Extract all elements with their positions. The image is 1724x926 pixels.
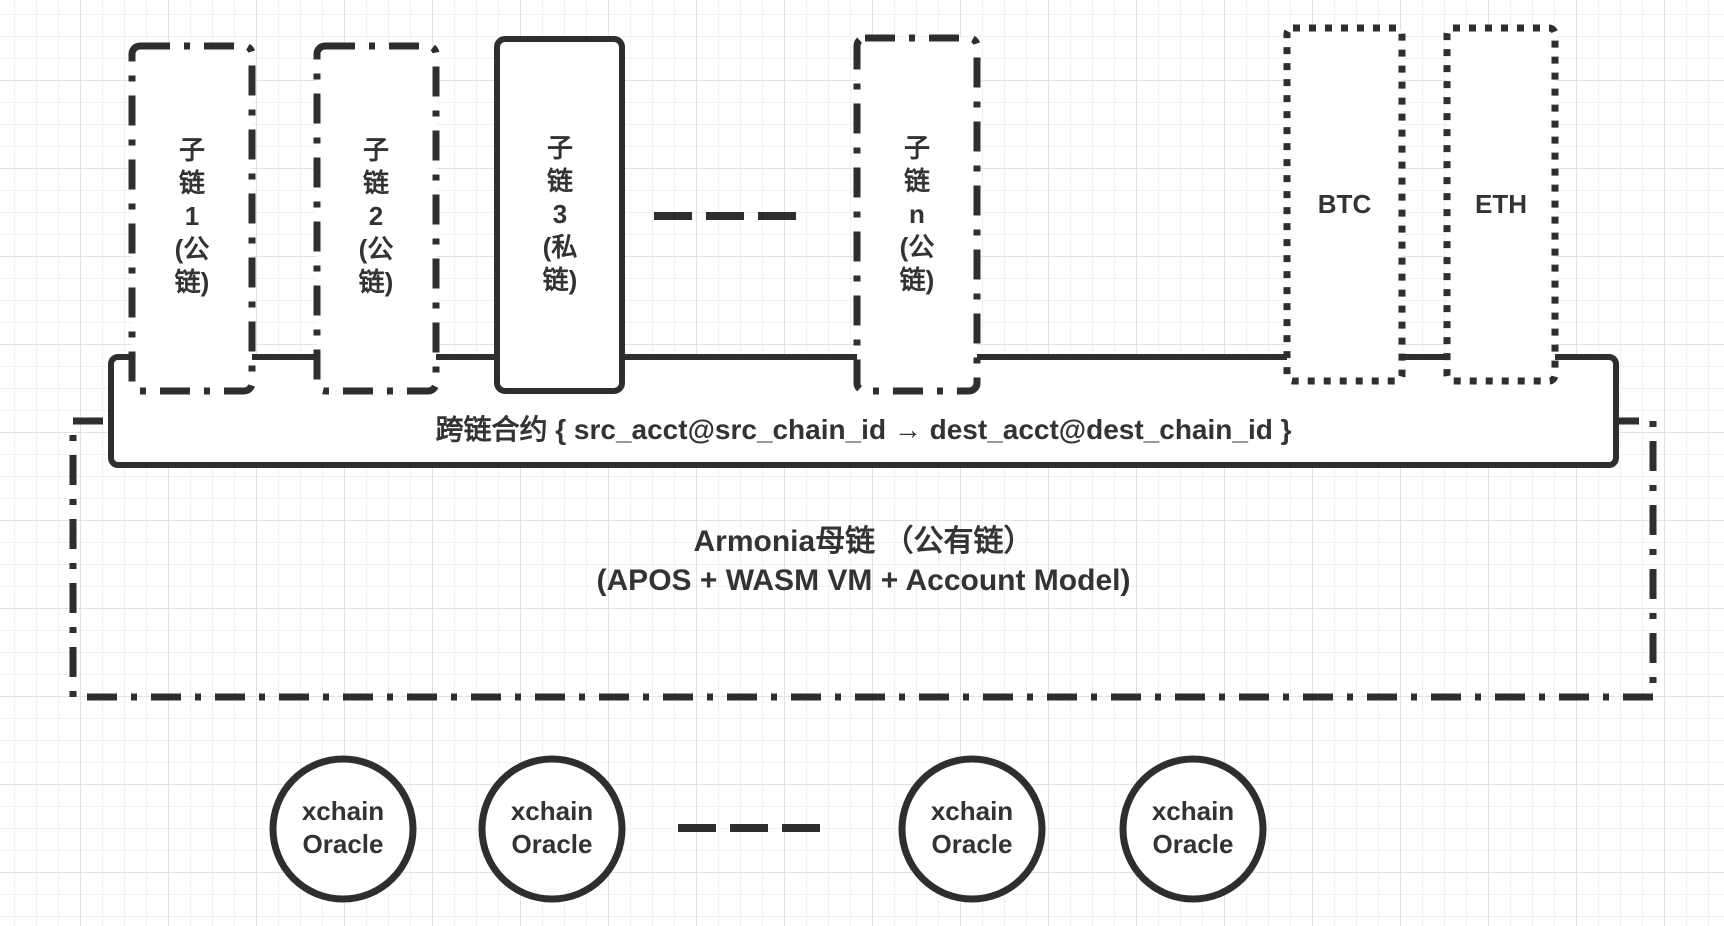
eth-chain-label: ETH xyxy=(1475,189,1527,219)
diagram-canvas: 子链1(公链) 子链2(公链) 子链3(私链) 子链n(公链) BTC ETH … xyxy=(0,0,1724,926)
main-chain-title: Armonia母链 （公有链） xyxy=(693,525,1034,558)
btc-chain-label: BTC xyxy=(1317,189,1372,219)
main-chain-subtitle: (APOS + WASM VM + Account Model) xyxy=(596,564,1131,597)
sub-chain-n-label: 子链n(公链) xyxy=(899,133,935,295)
sub-chain-1-label: 子链1(公链) xyxy=(174,135,210,297)
oracle-4-line2: Oracle xyxy=(1152,829,1234,859)
sub-chain-2-label: 子链2(公链) xyxy=(358,135,394,297)
oracle-1-line2: Oracle xyxy=(302,829,384,859)
oracle-3-line2: Oracle xyxy=(931,829,1013,859)
oracle-2-line2: Oracle xyxy=(511,829,593,859)
oracle-1-line1: xchain xyxy=(301,796,385,826)
oracle-1-label: xchain Oracle xyxy=(278,795,408,861)
oracle-4-label: xchain Oracle xyxy=(1128,795,1258,861)
oracle-2-line1: xchain xyxy=(510,796,594,826)
oracle-3-line1: xchain xyxy=(930,796,1014,826)
oracle-3-label: xchain Oracle xyxy=(907,795,1037,861)
cross-chain-contract-label: 跨链合约 { src_acct@src_chain_id → dest_acct… xyxy=(435,414,1292,445)
diagram-shapes xyxy=(69,24,1657,903)
oracle-4-line1: xchain xyxy=(1151,796,1235,826)
oracle-2-label: xchain Oracle xyxy=(487,795,617,861)
sub-chain-3-label: 子链3(私链) xyxy=(542,133,578,295)
